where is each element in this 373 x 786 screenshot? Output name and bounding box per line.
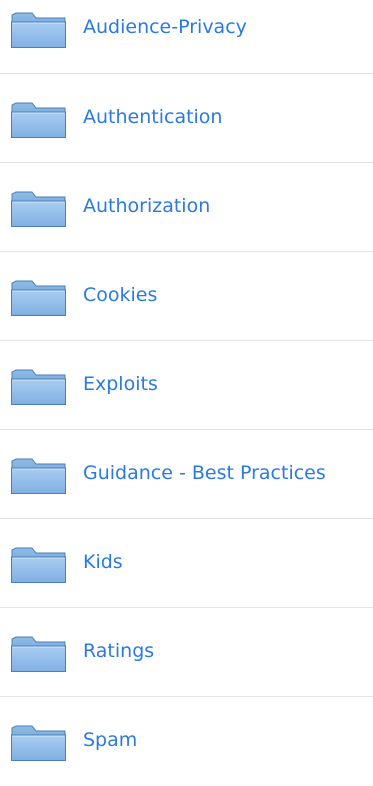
folder-icon[interactable]: [10, 455, 67, 495]
folder-list-item[interactable]: Kids: [0, 519, 373, 608]
folder-icon-graphic: [11, 191, 66, 227]
folder-list-item[interactable]: Audience-Privacy: [0, 0, 373, 74]
folder-icon-graphic: [11, 725, 66, 761]
folder-icon-graphic: [11, 636, 66, 672]
folder-icon[interactable]: [10, 722, 67, 762]
folder-icon-graphic: [11, 458, 66, 494]
folder-list-item[interactable]: Ratings: [0, 608, 373, 697]
folder-list-item[interactable]: Guidance - Best Practices: [0, 430, 373, 519]
folder-list: Audience-Privacy Authentication Authoriz…: [0, 0, 373, 786]
folder-list-item[interactable]: Spam: [0, 697, 373, 786]
folder-link-cookies[interactable]: Cookies: [83, 282, 157, 308]
folder-icon[interactable]: [10, 544, 67, 584]
folder-icon[interactable]: [10, 188, 67, 228]
folder-link-audience-privacy[interactable]: Audience-Privacy: [83, 14, 247, 40]
folder-link-guidance-best-practices[interactable]: Guidance - Best Practices: [83, 460, 326, 486]
folder-icon-graphic: [11, 280, 66, 316]
folder-list-item[interactable]: Exploits: [0, 341, 373, 430]
folder-link-kids[interactable]: Kids: [83, 549, 123, 575]
folder-link-ratings[interactable]: Ratings: [83, 638, 154, 664]
folder-icon[interactable]: [10, 366, 67, 406]
folder-icon[interactable]: [10, 633, 67, 673]
folder-list-item[interactable]: Authorization: [0, 163, 373, 252]
folder-link-authentication[interactable]: Authentication: [83, 104, 222, 130]
folder-list-item[interactable]: Cookies: [0, 252, 373, 341]
folder-icon-graphic: [11, 369, 66, 405]
folder-icon-graphic: [11, 102, 66, 138]
folder-link-spam[interactable]: Spam: [83, 727, 137, 753]
folder-icon[interactable]: [10, 99, 67, 139]
folder-list-item[interactable]: Authentication: [0, 74, 373, 163]
folder-icon-graphic: [11, 12, 66, 48]
folder-icon-graphic: [11, 547, 66, 583]
folder-link-exploits[interactable]: Exploits: [83, 371, 158, 397]
folder-icon[interactable]: [10, 277, 67, 317]
folder-link-authorization[interactable]: Authorization: [83, 193, 210, 219]
folder-icon[interactable]: [10, 9, 67, 49]
